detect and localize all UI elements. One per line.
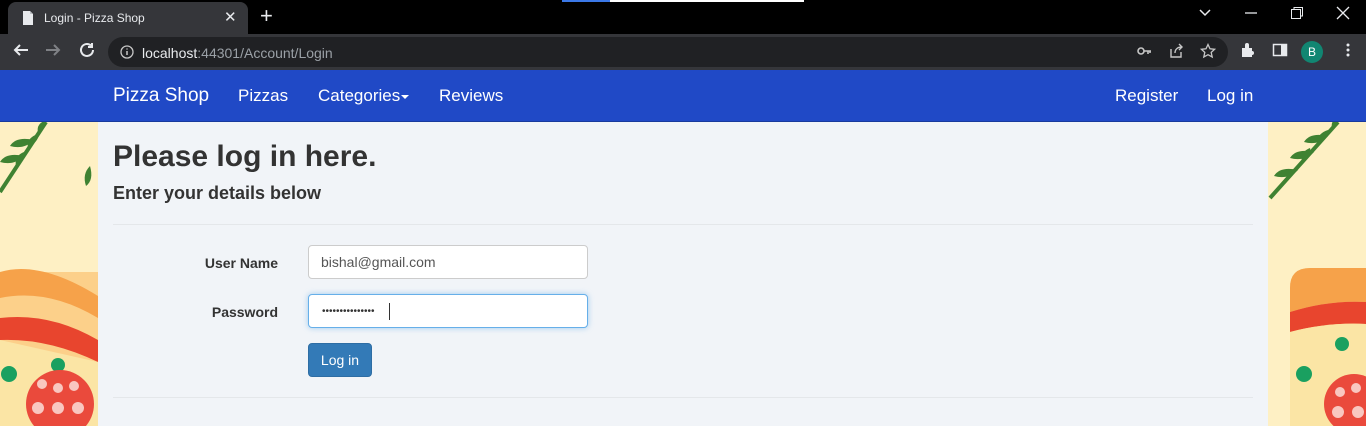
site-navbar: Pizza Shop Pizzas Categories Reviews Reg… [0,70,1366,122]
divider-bottom [113,397,1253,398]
page-title: Please log in here. [113,140,377,173]
web-page: Pizza Shop Pizzas Categories Reviews Reg… [0,70,1366,426]
side-panel-icon[interactable] [1272,42,1288,62]
new-tab-icon[interactable]: + [260,5,273,27]
browser-tabstrip: Login - Pizza Shop ✕ + [0,0,1366,34]
tab-close-icon[interactable]: ✕ [224,9,237,27]
address-bar[interactable]: localhost:44301/Account/Login [108,37,1228,67]
url-path: :44301/Account/Login [197,45,333,61]
menu-dots-icon[interactable] [1340,42,1356,62]
minimize-icon[interactable] [1244,6,1258,24]
nav-register[interactable]: Register [1115,86,1178,106]
info-icon[interactable] [120,45,134,64]
brand-link[interactable]: Pizza Shop [113,85,209,107]
extensions-icon[interactable] [1240,42,1256,62]
username-label: User Name [204,255,278,271]
tab-title: Login - Pizza Shop [44,11,145,25]
login-button[interactable]: Log in [308,343,372,377]
page-subtitle: Enter your details below [113,183,322,203]
dropdown-caret-icon [401,94,410,99]
browser-toolbar: localhost:44301/Account/Login B [0,34,1366,70]
password-field[interactable]: ••••••••••••••• [308,294,588,328]
nav-reviews[interactable]: Reviews [439,86,503,106]
url-host: localhost [142,45,198,61]
nav-login[interactable]: Log in [1207,86,1253,106]
star-icon[interactable] [1199,42,1217,63]
divider [113,224,1253,225]
key-icon[interactable] [1136,43,1152,63]
restore-icon[interactable] [1290,6,1304,24]
password-masked-value: ••••••••••••••• [322,306,375,317]
back-arrow-icon[interactable] [10,41,32,63]
nav-categories-label: Categories [318,86,401,105]
profile-avatar[interactable]: B [1301,41,1323,63]
pizza-illustration-right [1268,116,1366,426]
pizza-illustration-left [0,120,98,426]
forward-arrow-icon[interactable] [42,41,64,63]
password-label: Password [211,304,278,320]
browser-tab[interactable]: Login - Pizza Shop ✕ [8,2,248,34]
page-icon [20,10,36,26]
login-container: Please log in here. Enter your details b… [98,122,1268,426]
share-icon[interactable] [1168,43,1184,63]
reload-icon[interactable] [76,41,98,63]
tab-search-icon[interactable] [1198,6,1212,24]
close-window-icon[interactable] [1336,6,1350,24]
nav-pizzas[interactable]: Pizzas [238,86,288,106]
text-cursor [389,303,390,320]
nav-categories[interactable]: Categories [318,86,410,106]
tab-drag-indicator [562,0,804,2]
username-field[interactable] [308,245,588,279]
url-text: localhost:44301/Account/Login [142,45,333,61]
